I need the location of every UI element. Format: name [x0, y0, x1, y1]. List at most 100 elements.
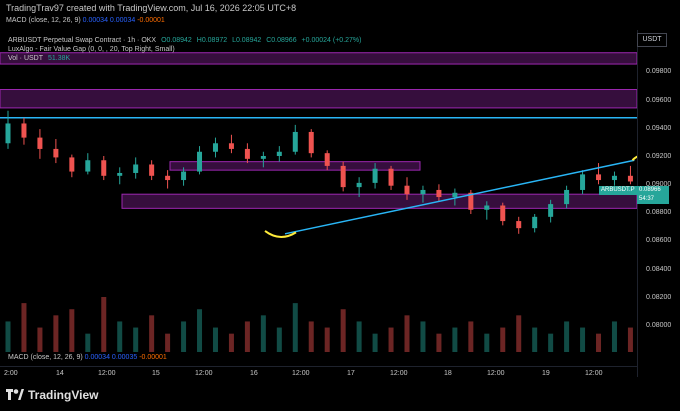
- volume-bar: [468, 321, 474, 352]
- currency-button[interactable]: USDT: [637, 33, 667, 47]
- macd-bottom-legend[interactable]: MACD (close, 12, 26, 9) 0.00034 0.00035 …: [8, 354, 167, 361]
- ohlc-low: L0.08942: [232, 37, 262, 44]
- symbol-price-tag: ARBUSDT.P: [599, 186, 639, 195]
- volume-bar: [85, 333, 91, 352]
- volume-bar: [420, 321, 426, 352]
- candle-body: [324, 153, 330, 166]
- candle-body: [21, 123, 27, 138]
- volume-bar: [292, 303, 298, 352]
- volume-bar: [181, 321, 187, 352]
- volume-bar: [37, 327, 43, 352]
- candle-body: [133, 164, 139, 173]
- volume-bar: [197, 309, 203, 352]
- volume-bar: [244, 321, 250, 352]
- indicator-legend[interactable]: LuxAlgo - Fair Value Gap (0, 0, , 20, To…: [8, 46, 178, 53]
- ohlc-change: +0.00024 (+0.27%): [301, 37, 362, 44]
- time-axis-label: 12:00: [195, 370, 213, 377]
- candle-body: [436, 189, 442, 198]
- volume-bar: [532, 327, 538, 352]
- candle-body: [85, 160, 91, 172]
- volume-value: 51.38K: [47, 55, 71, 62]
- candle-body: [452, 192, 458, 198]
- header-bar: TradingTrav97 created with TradingView.c…: [0, 0, 680, 18]
- volume-bar: [404, 315, 410, 352]
- volume-bar: [53, 315, 59, 352]
- header-credit: TradingTrav97 created with TradingView.c…: [6, 3, 297, 13]
- time-axis-label: 16: [250, 370, 258, 377]
- candle-body: [340, 165, 346, 188]
- volume-bar: [500, 327, 506, 352]
- fair-value-gap-zone: [121, 193, 638, 209]
- symbol-legend[interactable]: ARBUSDT Perpetual Swap Contract · 1h · O…: [8, 37, 364, 44]
- time-axis-label: 17: [347, 370, 355, 377]
- volume-bar: [436, 333, 442, 352]
- macd-top-value-2: 0.00034: [109, 17, 136, 24]
- volume-bar: [548, 333, 554, 352]
- volume-bar: [627, 327, 633, 352]
- volume-bar: [516, 315, 522, 352]
- candle-body: [388, 168, 394, 186]
- price-chart[interactable]: [0, 30, 680, 352]
- volume-bar: [452, 327, 458, 352]
- volume-bar: [5, 321, 11, 352]
- volume-bar: [228, 333, 234, 352]
- symbol-name: ARBUSDT Perpetual Swap Contract · 1h · O…: [8, 37, 157, 44]
- candle-body: [484, 205, 490, 210]
- time-axis-label: 12:00: [390, 370, 408, 377]
- time-axis[interactable]: 2:00 14 12:00 15 12:00 16 12:00 17 12:00…: [0, 366, 637, 381]
- volume-bar: [580, 327, 586, 352]
- volume-bar: [117, 321, 123, 352]
- candle-body: [404, 185, 410, 195]
- macd-top-legend[interactable]: MACD (close, 12, 26, 9) 0.00034 0.00034 …: [6, 17, 165, 24]
- ohlc-close: C0.08966: [266, 37, 297, 44]
- volume-bar: [69, 309, 75, 352]
- fair-value-gap-zone: [169, 161, 421, 171]
- time-axis-label: 18: [444, 370, 452, 377]
- candle-body: [101, 160, 107, 176]
- candle-body: [5, 123, 11, 144]
- volume-label: Vol · USDT: [8, 55, 44, 62]
- candle-body: [276, 151, 282, 156]
- volume-bar: [165, 333, 171, 352]
- time-axis-label: 12:00: [292, 370, 310, 377]
- price-axis-label: 0.09600: [646, 97, 672, 104]
- candle-body: [149, 164, 155, 176]
- volume-bar: [324, 327, 330, 352]
- candle-body: [292, 131, 298, 152]
- price-axis-label: 0.09200: [646, 153, 672, 160]
- volume-bar: [564, 321, 570, 352]
- candle-body: [117, 172, 123, 176]
- macd-bottom-label: MACD (close, 12, 26, 9): [8, 354, 83, 361]
- candle-body: [212, 143, 218, 152]
- time-axis-label: 12:00: [487, 370, 505, 377]
- volume-legend[interactable]: Vol · USDT 51.38K: [8, 55, 73, 62]
- ohlc-high: H0.08972: [196, 37, 228, 44]
- candle-body: [596, 174, 602, 181]
- time-axis-label: 14: [56, 370, 64, 377]
- footer: TradingView: [0, 380, 680, 411]
- indicator-name: LuxAlgo - Fair Value Gap (0, 0, , 20, To…: [8, 46, 175, 53]
- volume-bar: [596, 333, 602, 352]
- candle-body: [244, 148, 250, 159]
- brand-name: TradingView: [28, 388, 99, 402]
- candle-body: [228, 143, 234, 149]
- candle-body: [548, 204, 554, 217]
- candle-body: [53, 148, 59, 158]
- price-axis-label: 0.09400: [646, 125, 672, 132]
- macd-top-value-3: -0.00001: [137, 17, 165, 24]
- macd-bottom-value-2: 0.00035: [111, 354, 138, 361]
- volume-bar: [340, 309, 346, 352]
- macd-top-value-1: 0.00034: [82, 17, 108, 24]
- candle-body: [532, 216, 538, 229]
- time-axis-label: 15: [152, 370, 160, 377]
- ohlc-open: O0.08942: [161, 37, 192, 44]
- candle-body: [165, 175, 171, 181]
- chart-canvas[interactable]: [0, 30, 680, 352]
- tradingview-logo-icon: [6, 389, 24, 400]
- fair-value-gap-zone: [0, 52, 638, 65]
- volume-bar: [133, 327, 139, 352]
- candle-body: [564, 189, 570, 205]
- price-axis-label: 0.08200: [646, 294, 672, 301]
- volume-bar: [388, 327, 394, 352]
- price-axis-label: 0.08400: [646, 266, 672, 273]
